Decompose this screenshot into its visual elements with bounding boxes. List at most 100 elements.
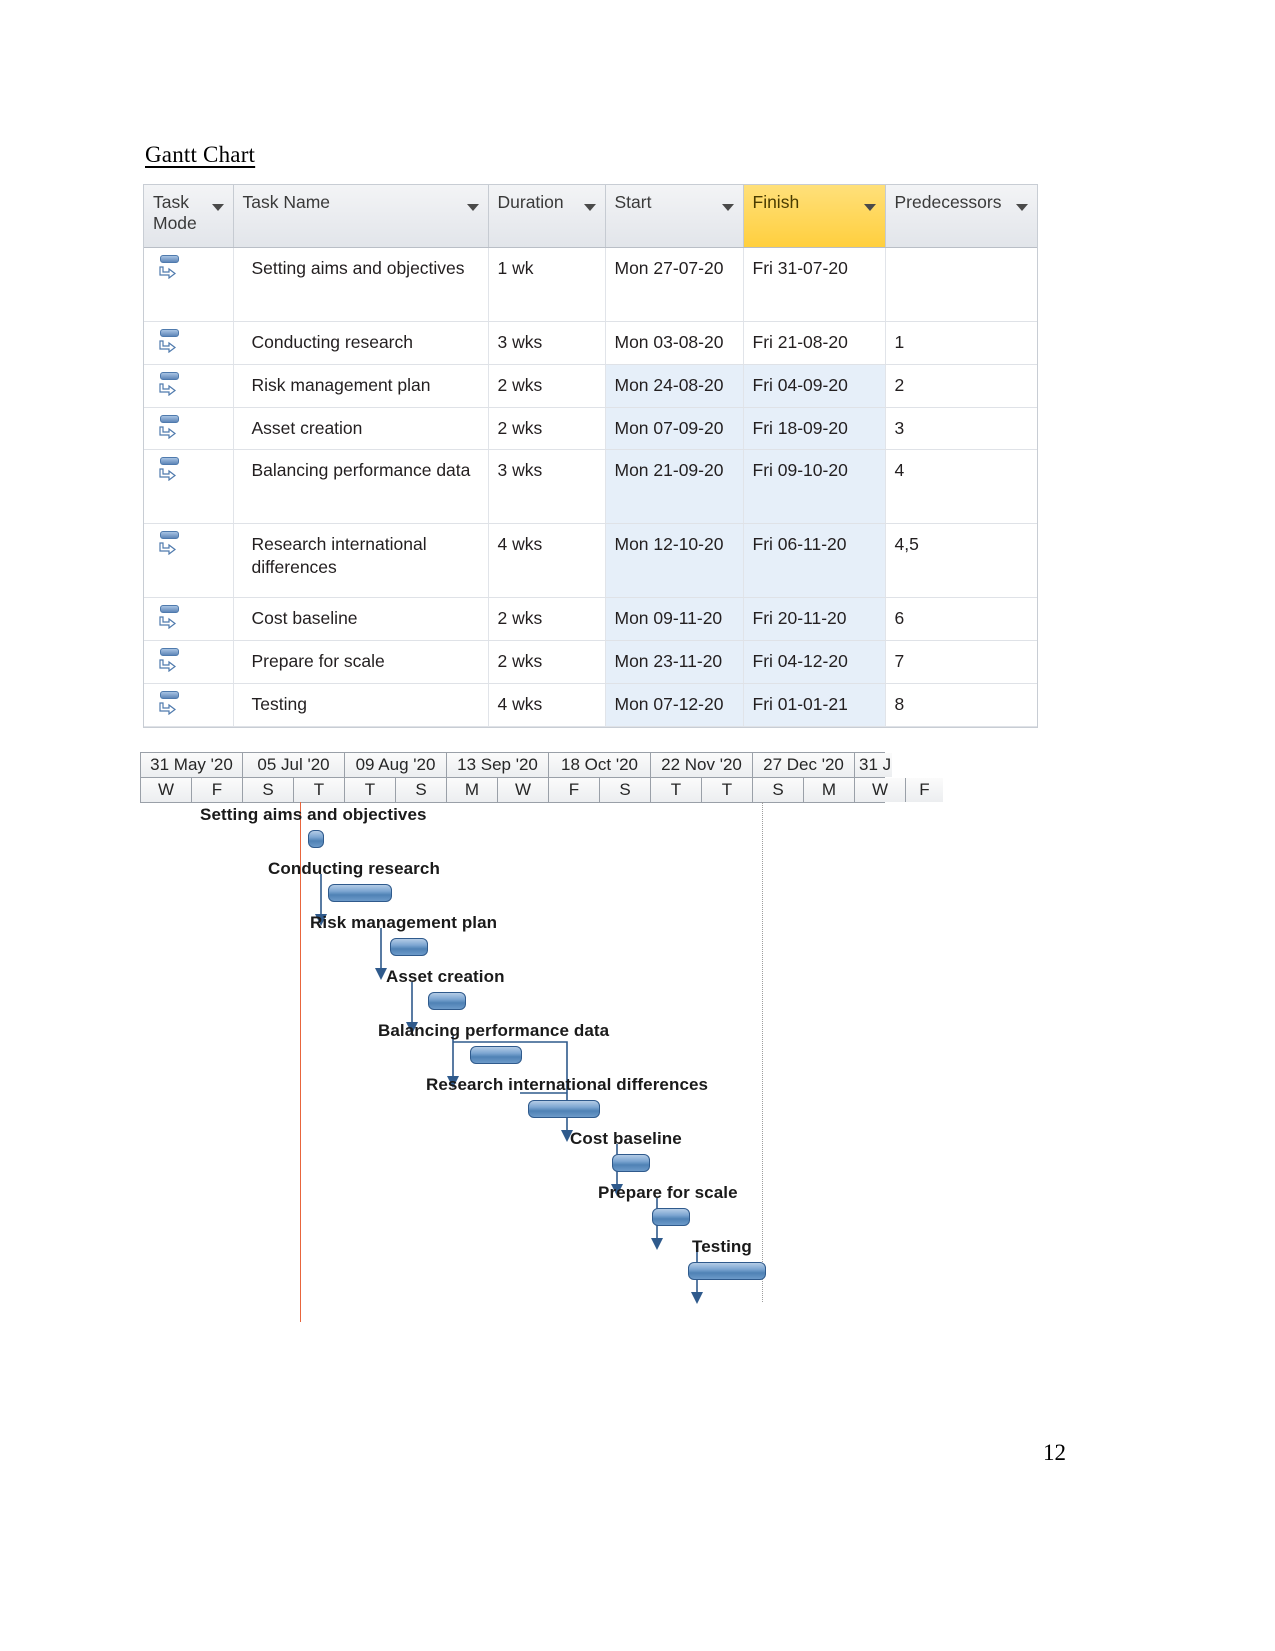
- column-header-finish[interactable]: Finish: [743, 185, 886, 248]
- cell-start[interactable]: Mon 21-09-20: [605, 449, 744, 525]
- filter-dropdown-icon[interactable]: [863, 204, 876, 211]
- cell-task-mode[interactable]: [144, 683, 234, 727]
- table-row[interactable]: Balancing performance data 3 wks Mon 21-09…: [144, 449, 1037, 525]
- cell-task-name[interactable]: Risk management plan: [233, 364, 489, 408]
- cell-task-name[interactable]: Research international differences: [233, 523, 489, 599]
- cell-predecessors[interactable]: 6: [885, 597, 1037, 641]
- cell-predecessors[interactable]: 2: [885, 364, 1037, 408]
- task-table-container: Task Mode Task Name Duration Start Finis…: [143, 184, 1038, 728]
- table-row[interactable]: Prepare for scale 2 wks Mon 23-11-20 Fri 04…: [144, 640, 1037, 684]
- cell-duration[interactable]: 2 wks: [488, 407, 606, 451]
- cell-start[interactable]: Mon 27-07-20: [605, 247, 744, 322]
- gantt-task-bar[interactable]: [328, 884, 392, 902]
- gantt-task-bar[interactable]: [308, 830, 324, 848]
- cell-task-name[interactable]: Asset creation: [233, 407, 489, 451]
- cell-finish[interactable]: Fri 31-07-20: [743, 247, 886, 322]
- cell-duration[interactable]: 4 wks: [488, 523, 606, 599]
- filter-dropdown-icon[interactable]: [721, 204, 734, 211]
- cell-start[interactable]: Mon 09-11-20: [605, 597, 744, 641]
- auto-schedule-icon: [158, 328, 184, 358]
- table-header-row: Task Mode Task Name Duration Start Finis…: [144, 185, 1037, 248]
- table-row[interactable]: Asset creation 2 wks Mon 07-09-20 Fri 18-09…: [144, 407, 1037, 451]
- cell-task-name[interactable]: Testing: [233, 683, 489, 727]
- cell-duration[interactable]: 3 wks: [488, 449, 606, 525]
- table-row[interactable]: Risk management plan 2 wks Mon 24-08-20 Fri…: [144, 364, 1037, 408]
- document-page: Gantt Chart Task Mode Task Name Duration…: [0, 0, 1275, 1651]
- cell-finish[interactable]: Fri 21-08-20: [743, 321, 886, 365]
- cell-finish[interactable]: Fri 06-11-20: [743, 523, 886, 599]
- column-header-predecessors[interactable]: Predecessors: [885, 185, 1037, 248]
- column-header-start[interactable]: Start: [605, 185, 744, 248]
- cell-task-name[interactable]: Cost baseline: [233, 597, 489, 641]
- cell-duration[interactable]: 3 wks: [488, 321, 606, 365]
- cell-start[interactable]: Mon 23-11-20: [605, 640, 744, 684]
- gantt-task-bar[interactable]: [390, 938, 428, 956]
- cell-task-mode[interactable]: [144, 364, 234, 408]
- cell-task-mode[interactable]: [144, 247, 234, 322]
- cell-predecessors[interactable]: 4,5: [885, 523, 1037, 599]
- cell-duration[interactable]: 4 wks: [488, 683, 606, 727]
- timeline-month-row: 31 May '20 05 Jul '20 09 Aug '20 13 Sep '20…: [140, 752, 892, 777]
- auto-schedule-icon: [158, 456, 184, 486]
- gantt-task-bar[interactable]: [652, 1208, 690, 1226]
- cell-predecessors[interactable]: 7: [885, 640, 1037, 684]
- cell-finish[interactable]: Fri 04-12-20: [743, 640, 886, 684]
- auto-schedule-icon-bar: [160, 371, 179, 380]
- page-title: Gantt Chart: [145, 142, 256, 167]
- gantt-task-bar[interactable]: [428, 992, 466, 1010]
- auto-schedule-icon: [158, 647, 184, 677]
- cell-predecessors[interactable]: 8: [885, 683, 1037, 727]
- column-header-task-name[interactable]: Task Name: [233, 185, 489, 248]
- cell-finish[interactable]: Fri 09-10-20: [743, 449, 886, 525]
- cell-start[interactable]: Mon 24-08-20: [605, 364, 744, 408]
- cell-finish[interactable]: Fri 04-09-20: [743, 364, 886, 408]
- table-row[interactable]: Cost baseline 2 wks Mon 09-11-20 Fri 20-11-…: [144, 597, 1037, 641]
- cell-task-name[interactable]: Setting aims and objectives: [233, 247, 489, 322]
- cell-task-mode[interactable]: [144, 449, 234, 525]
- cell-duration[interactable]: 2 wks: [488, 364, 606, 408]
- column-header-task-mode[interactable]: Task Mode: [144, 185, 234, 248]
- auto-schedule-icon-bar: [160, 414, 179, 423]
- filter-dropdown-icon[interactable]: [583, 204, 596, 211]
- gantt-task-bar[interactable]: [470, 1046, 522, 1064]
- filter-dropdown-icon[interactable]: [466, 204, 479, 211]
- cell-start[interactable]: Mon 03-08-20: [605, 321, 744, 365]
- gantt-task-label: Research international differences: [426, 1075, 709, 1094]
- cell-start[interactable]: Mon 07-09-20: [605, 407, 744, 451]
- column-header-duration[interactable]: Duration: [488, 185, 606, 248]
- table-row[interactable]: Setting aims and objectives 1 wk Mon 27-07…: [144, 247, 1037, 322]
- cell-duration[interactable]: 2 wks: [488, 597, 606, 641]
- table-row[interactable]: Testing 4 wks Mon 07-12-20 Fri 01-01-21 8: [144, 683, 1037, 727]
- cell-finish[interactable]: Fri 20-11-20: [743, 597, 886, 641]
- gantt-task-label: Setting aims and objectives: [200, 805, 427, 824]
- table-row[interactable]: Conducting research 3 wks Mon 03-08-20 Fri …: [144, 321, 1037, 365]
- cell-task-mode[interactable]: [144, 597, 234, 641]
- cell-task-name[interactable]: Conducting research: [233, 321, 489, 365]
- cell-task-mode[interactable]: [144, 321, 234, 365]
- auto-schedule-icon-bar: [160, 690, 179, 699]
- task-table: Task Mode Task Name Duration Start Finis…: [144, 185, 1037, 727]
- cell-task-name[interactable]: Balancing performance data: [233, 449, 489, 525]
- gantt-task-bar[interactable]: [612, 1154, 650, 1172]
- cell-duration[interactable]: 1 wk: [488, 247, 606, 322]
- cell-predecessors[interactable]: 1: [885, 321, 1037, 365]
- cell-task-name[interactable]: Prepare for scale: [233, 640, 489, 684]
- cell-predecessors[interactable]: [885, 247, 1037, 322]
- cell-finish[interactable]: Fri 01-01-21: [743, 683, 886, 727]
- gantt-task-bar[interactable]: [688, 1262, 766, 1280]
- cell-predecessors[interactable]: 4: [885, 449, 1037, 525]
- cell-duration[interactable]: 2 wks: [488, 640, 606, 684]
- cell-task-mode[interactable]: [144, 407, 234, 451]
- cell-start[interactable]: Mon 12-10-20: [605, 523, 744, 599]
- timeline-day-row: WFSTTSMWFSTTSMWF: [140, 777, 943, 803]
- auto-schedule-icon-arrow: [159, 383, 176, 396]
- cell-task-mode[interactable]: [144, 523, 234, 599]
- cell-start[interactable]: Mon 07-12-20: [605, 683, 744, 727]
- table-row[interactable]: Research international differences 4 wks M…: [144, 523, 1037, 599]
- cell-task-mode[interactable]: [144, 640, 234, 684]
- cell-predecessors[interactable]: 3: [885, 407, 1037, 451]
- filter-dropdown-icon[interactable]: [211, 204, 224, 211]
- gantt-task-bar[interactable]: [528, 1100, 600, 1118]
- cell-finish[interactable]: Fri 18-09-20: [743, 407, 886, 451]
- filter-dropdown-icon[interactable]: [1016, 204, 1028, 211]
